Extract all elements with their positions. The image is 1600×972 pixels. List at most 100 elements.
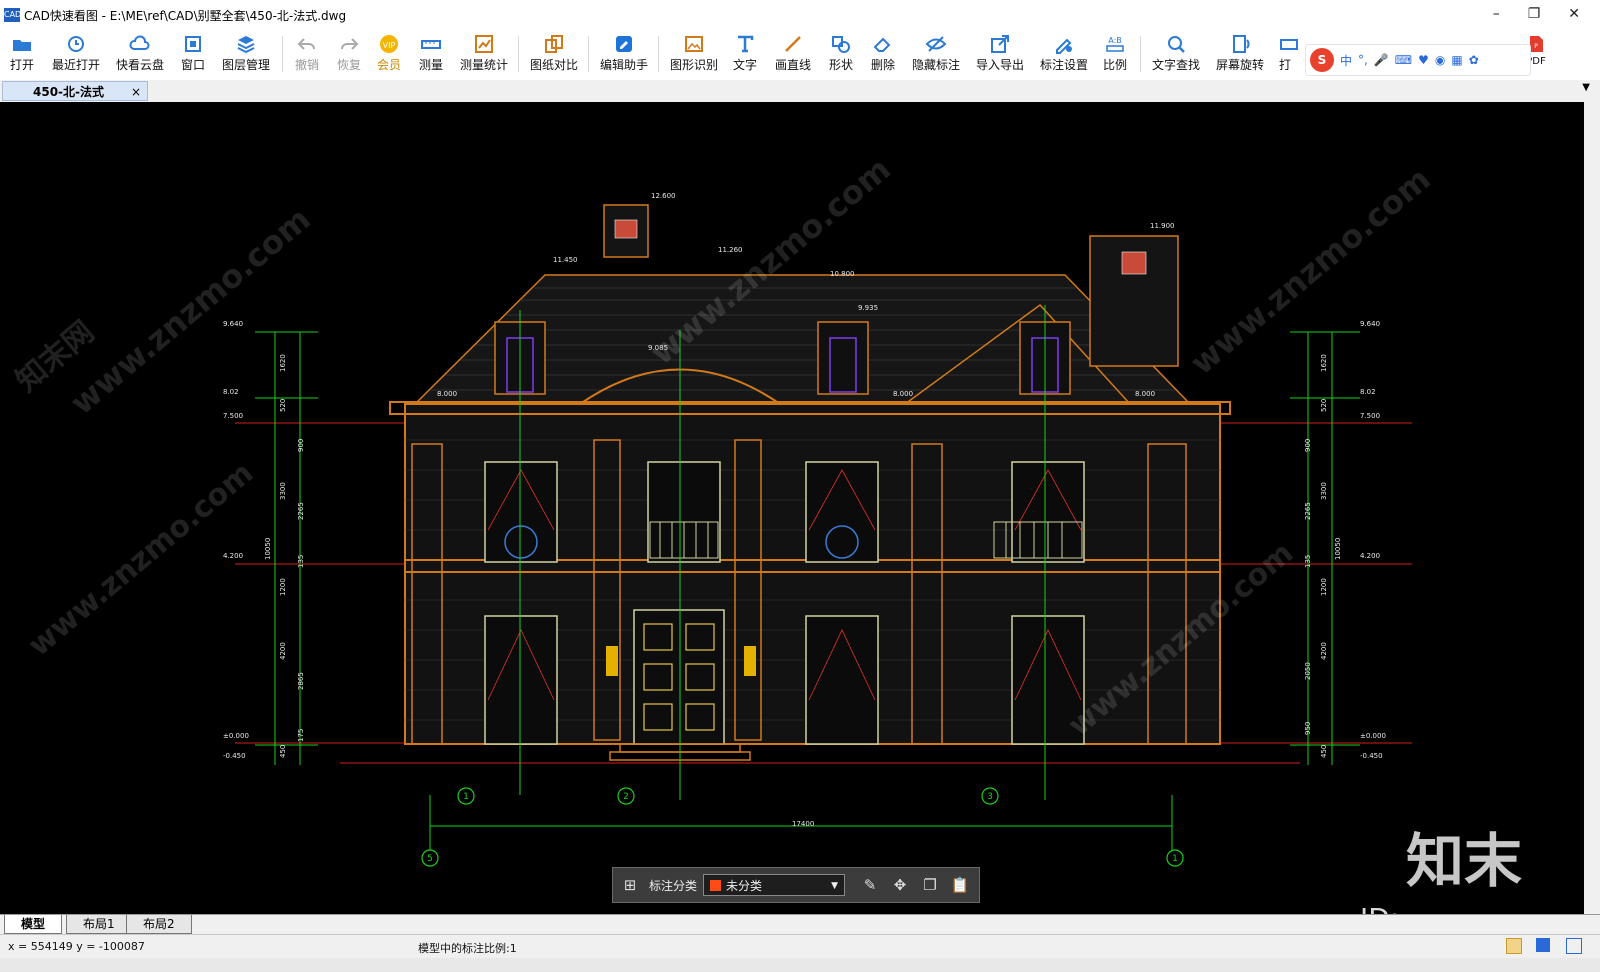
annotation-category-select[interactable]: 未分类 ▼	[703, 874, 846, 896]
svg-text:±0.000: ±0.000	[1360, 732, 1386, 740]
cloud-button[interactable]: 快看云盘	[116, 32, 164, 76]
svg-text:4.200: 4.200	[1360, 552, 1380, 560]
svg-text:2: 2	[623, 792, 629, 802]
svg-text:±0.000: ±0.000	[223, 732, 249, 740]
svg-text:4200: 4200	[279, 642, 287, 660]
layers-icon	[237, 36, 255, 54]
svg-text:8.000: 8.000	[437, 390, 457, 398]
panel-toggle-icon[interactable]	[1566, 938, 1582, 954]
window-title: CAD快速看图 - E:\ME\ref\CAD\别墅全套\450-北-法式.dw…	[24, 9, 347, 23]
text-button[interactable]: 文字	[732, 32, 758, 76]
eraser-icon	[873, 37, 891, 52]
edit-assist-button[interactable]: 编辑助手	[600, 32, 648, 76]
keyboard-icon[interactable]: ⌨	[1395, 53, 1412, 67]
window-button[interactable]: 窗口	[180, 32, 206, 76]
annotation-scale: 模型中的标注比例:1	[418, 942, 517, 955]
svg-text:450: 450	[1320, 745, 1328, 758]
chevron-down-icon: ▼	[831, 881, 839, 891]
text-search-button[interactable]: 文字查找	[1152, 32, 1200, 76]
svg-text:900: 900	[297, 439, 305, 452]
scale-icon: A:B	[1106, 36, 1124, 52]
minimize-button[interactable]: –	[1493, 6, 1500, 22]
print-button[interactable]: 打	[1278, 32, 1298, 76]
window-icon	[185, 36, 201, 52]
measure-button[interactable]: 测量	[418, 32, 444, 76]
ime-language[interactable]: 中	[1340, 52, 1352, 69]
paste-icon[interactable]: 📋	[947, 872, 973, 898]
category-color-swatch	[710, 880, 722, 891]
redo-button[interactable]: 恢复	[336, 32, 362, 76]
svg-text:2265: 2265	[297, 502, 305, 520]
svg-text:1200: 1200	[279, 578, 287, 596]
svg-text:3300: 3300	[279, 482, 287, 500]
compare-button[interactable]: 图纸对比	[530, 32, 578, 76]
annotation-settings-icon	[1056, 38, 1072, 54]
ime-toolbar[interactable]: S 中 °, 🎤 ⌨ ♥ ◉ ▦ ✿	[1305, 44, 1531, 76]
notes-icon[interactable]	[1506, 938, 1522, 954]
line-icon	[785, 36, 801, 52]
skin-icon[interactable]: ♥	[1418, 53, 1429, 67]
import-export-button[interactable]: 导入导出	[976, 32, 1024, 76]
recent-open-button[interactable]: 最近打开	[52, 32, 100, 76]
delete-button[interactable]: 删除	[870, 32, 896, 76]
drawing-canvas[interactable]: 9.640 8.02 7.500 4.200 ±0.000 -0.450 9.6…	[0, 102, 1584, 914]
svg-text:2265: 2265	[1304, 502, 1312, 520]
svg-text:A:B: A:B	[1108, 36, 1122, 45]
edit-note-icon[interactable]: ✎	[857, 872, 883, 898]
measure-stats-icon	[475, 35, 493, 53]
document-tab[interactable]: 450-北-法式 ×	[2, 81, 148, 101]
document-tab-row: 450-北-法式 × ▼	[0, 80, 1600, 103]
tab-list-dropdown[interactable]: ▼	[1582, 82, 1590, 93]
measure-stats-button[interactable]: 测量统计	[460, 32, 508, 76]
svg-text:1: 1	[463, 792, 469, 802]
svg-text:520: 520	[279, 399, 287, 412]
svg-text:950: 950	[1304, 722, 1312, 735]
move-icon[interactable]: ✥	[887, 872, 913, 898]
svg-text:4.200: 4.200	[223, 552, 243, 560]
svg-text:11.900: 11.900	[1150, 222, 1175, 230]
svg-text:8.02: 8.02	[223, 388, 239, 396]
close-button[interactable]: ✕	[1568, 6, 1580, 22]
vip-button[interactable]: VIP 会员	[376, 32, 402, 76]
annotation-settings-button[interactable]: 标注设置	[1040, 32, 1088, 76]
grid-icon[interactable]: ▦	[1451, 53, 1462, 67]
scale-button[interactable]: A:B 比例	[1102, 32, 1128, 76]
settings-gear-icon[interactable]: ✿	[1469, 53, 1479, 67]
vip-icon: VIP	[380, 35, 398, 53]
svg-text:1: 1	[1172, 854, 1178, 864]
svg-text:2050: 2050	[1304, 662, 1312, 680]
close-tab-icon[interactable]: ×	[131, 82, 141, 102]
text-icon	[738, 35, 754, 53]
import-export-icon	[991, 35, 1009, 53]
hide-annotations-button[interactable]: 隐藏标注	[912, 32, 960, 76]
svg-text:9.935: 9.935	[858, 304, 878, 312]
tab-layout1[interactable]: 布局1	[66, 915, 132, 934]
svg-text:175: 175	[297, 729, 305, 742]
shape-button[interactable]: 形状	[828, 32, 854, 76]
app-icon: CAD	[4, 8, 21, 22]
svg-text:4200: 4200	[1320, 642, 1328, 660]
svg-text:11.450: 11.450	[553, 256, 578, 264]
print-icon	[1280, 39, 1298, 50]
restore-button[interactable]: ❐	[1528, 6, 1541, 22]
taskbar-strip	[0, 958, 1600, 972]
draw-line-button[interactable]: 画直线	[774, 32, 812, 76]
svg-text:P: P	[1534, 43, 1538, 50]
ime-punctuation[interactable]: °,	[1358, 53, 1368, 67]
clock-icon	[68, 36, 84, 52]
layer-manager-button[interactable]: 图层管理	[222, 32, 270, 76]
main-toolbar: 打开 最近打开 快看云盘 窗口 图层管理 撤销 恢复 VIP 会员 测量 测量统…	[0, 30, 1600, 80]
svg-text:10.800: 10.800	[830, 270, 855, 278]
copy-icon[interactable]: ❐	[917, 872, 943, 898]
rotate-screen-button[interactable]: 屏幕旋转	[1216, 32, 1264, 76]
tab-layout2[interactable]: 布局2	[126, 915, 192, 934]
vertical-scrollbar[interactable]	[1584, 102, 1600, 914]
gamepad-icon[interactable]: ◉	[1435, 53, 1445, 67]
grid-apps-icon[interactable]: ⊞	[617, 872, 643, 898]
tab-model[interactable]: 模型	[4, 915, 63, 934]
undo-button[interactable]: 撤销	[294, 32, 320, 76]
microphone-icon[interactable]: 🎤	[1374, 53, 1389, 67]
pc-sync-icon[interactable]	[1536, 938, 1550, 952]
image-recognize-button[interactable]: 图形识别	[670, 32, 718, 76]
open-button[interactable]: 打开	[8, 32, 36, 76]
